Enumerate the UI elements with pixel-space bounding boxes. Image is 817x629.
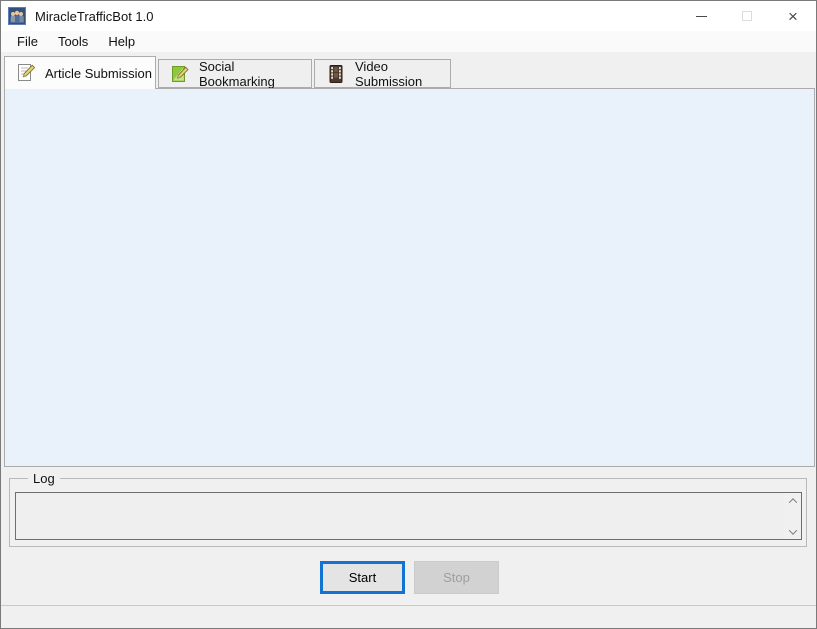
tab-label: Social Bookmarking: [199, 59, 311, 89]
window-controls: ×: [678, 1, 816, 31]
window-title: MiracleTrafficBot 1.0: [35, 9, 154, 24]
scroll-down-icon: [788, 526, 796, 534]
log-field: [15, 492, 802, 540]
menu-bar: File Tools Help: [1, 31, 816, 52]
log-scrollbar[interactable]: [784, 493, 801, 539]
start-button[interactable]: Start: [320, 561, 405, 594]
scroll-up-icon: [788, 498, 796, 506]
bookmark-pencil-icon: [170, 64, 190, 84]
article-submission-page: [4, 88, 815, 467]
log-textarea[interactable]: [16, 493, 784, 539]
tab-article-submission[interactable]: Article Submission: [4, 56, 156, 89]
maximize-button[interactable]: [724, 1, 770, 31]
bottom-divider: [1, 605, 816, 606]
film-strip-icon: [326, 64, 346, 84]
close-icon: ×: [788, 8, 798, 25]
article-pencil-icon: [16, 63, 36, 83]
minimize-icon: [696, 16, 707, 17]
minimize-button[interactable]: [678, 1, 724, 31]
tab-video-submission[interactable]: Video Submission: [314, 59, 451, 88]
log-label: Log: [28, 471, 60, 486]
menu-tools[interactable]: Tools: [48, 32, 98, 51]
title-bar: MiracleTrafficBot 1.0 ×: [1, 1, 816, 31]
menu-help[interactable]: Help: [98, 32, 145, 51]
menu-file[interactable]: File: [7, 32, 48, 51]
stop-button[interactable]: Stop: [414, 561, 499, 594]
tab-social-bookmarking[interactable]: Social Bookmarking: [158, 59, 312, 88]
maximize-icon: [742, 11, 752, 21]
close-button[interactable]: ×: [770, 1, 816, 31]
app-icon: [8, 7, 26, 25]
tab-label: Article Submission: [45, 66, 152, 81]
tab-label: Video Submission: [355, 59, 450, 89]
app-window: MiracleTrafficBot 1.0 × File Tools Help …: [0, 0, 817, 629]
